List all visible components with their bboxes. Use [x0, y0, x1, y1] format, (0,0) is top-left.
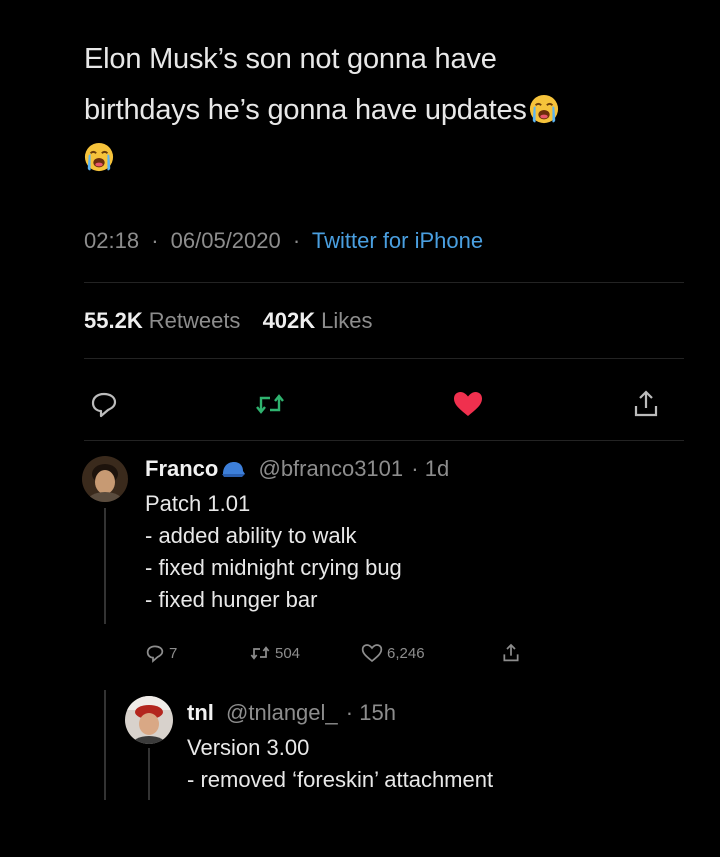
divider — [84, 440, 684, 441]
divider — [84, 282, 684, 283]
reply-line: - fixed midnight crying bug — [145, 555, 402, 580]
meta-separator: · — [151, 228, 159, 253]
reply-share-button[interactable] — [501, 640, 521, 666]
tweet-time: 02:18 — [84, 228, 140, 253]
retweet-count: 504 — [275, 644, 301, 662]
likes-label[interactable]: Likes — [321, 308, 372, 333]
avatar[interactable] — [82, 456, 128, 502]
retweets-count[interactable]: 55.2K — [84, 308, 143, 333]
tweet-text-line-2: birthdays he’s gonna have updates — [84, 85, 684, 136]
reply-time: · 1d — [411, 456, 450, 481]
heart-icon — [361, 644, 383, 663]
reply-icon — [91, 392, 117, 418]
reply-action-bar: 7 504 6,246 — [145, 640, 545, 666]
like-button[interactable] — [450, 386, 486, 422]
reply-author-name[interactable]: tnl — [187, 700, 214, 725]
reply-line: Version 3.00 — [187, 735, 310, 760]
reply-author-handle[interactable]: @bfranco3101 — [258, 456, 403, 481]
reply-retweet-button[interactable]: 504 — [249, 640, 300, 666]
thread-line — [104, 690, 106, 800]
reply-line: - fixed hunger bar — [145, 587, 318, 612]
avatar[interactable] — [125, 696, 173, 744]
cap-emoji-icon — [222, 462, 246, 477]
reply-header: Franco @bfranco3101 · 1d — [145, 456, 449, 482]
reply-icon — [146, 645, 164, 663]
reply-body: Patch 1.01 - added ability to walk - fix… — [145, 488, 402, 616]
share-button[interactable] — [628, 386, 664, 422]
retweets-label[interactable]: Retweets — [149, 308, 241, 333]
reply-count: 7 — [169, 644, 178, 662]
reply-button[interactable] — [86, 386, 122, 422]
retweet-button[interactable] — [252, 386, 288, 422]
reply-line: - added ability to walk — [145, 523, 357, 548]
tweet-date[interactable]: 06/05/2020 — [171, 228, 281, 253]
retweet-icon — [250, 646, 270, 660]
avatar-image — [125, 696, 173, 744]
reply-reply-button[interactable]: 7 — [145, 640, 177, 666]
share-icon — [634, 390, 658, 417]
reply-author-name[interactable]: Franco — [145, 456, 218, 481]
reply-line: - removed ‘foreskin’ attachment — [187, 767, 494, 792]
thread-line — [104, 508, 106, 624]
reply-body: Version 3.00 - removed ‘foreskin’ attach… — [187, 732, 493, 796]
tweet-text-line-2-text: birthdays he’s gonna have updates — [84, 94, 527, 126]
likes-count[interactable]: 402K — [263, 308, 316, 333]
retweet-icon — [256, 394, 284, 414]
tweet-source-link[interactable]: Twitter for iPhone — [312, 228, 483, 253]
tweet-page: Elon Musk’s son not gonna have birthdays… — [0, 0, 720, 857]
meta-separator: · — [292, 228, 301, 253]
share-icon — [503, 643, 519, 662]
tweet-text: Elon Musk’s son not gonna have birthdays… — [84, 34, 684, 172]
tweet-stats: 55.2K Retweets 402K Likes — [84, 308, 389, 334]
reply-line: Patch 1.01 — [145, 491, 251, 516]
reply-header: tnl @tnlangel_ · 15h — [187, 700, 396, 726]
tweet-text-line-1: Elon Musk’s son not gonna have — [84, 43, 497, 75]
loudly-crying-face-icon — [529, 94, 558, 124]
loudly-crying-face-icon — [84, 142, 114, 172]
heart-icon — [454, 392, 482, 416]
reply-author-handle[interactable]: @tnlangel_ — [226, 700, 338, 725]
thread-line — [148, 748, 150, 800]
avatar-image — [82, 456, 128, 502]
tweet-meta: 02:18 · 06/05/2020 · Twitter for iPhone — [84, 228, 483, 254]
reply-time: · 15h — [345, 700, 396, 725]
tweet-action-bar — [84, 386, 684, 422]
reply-like-button[interactable]: 6,246 — [361, 640, 425, 666]
like-count: 6,246 — [387, 644, 425, 662]
divider — [84, 358, 684, 359]
